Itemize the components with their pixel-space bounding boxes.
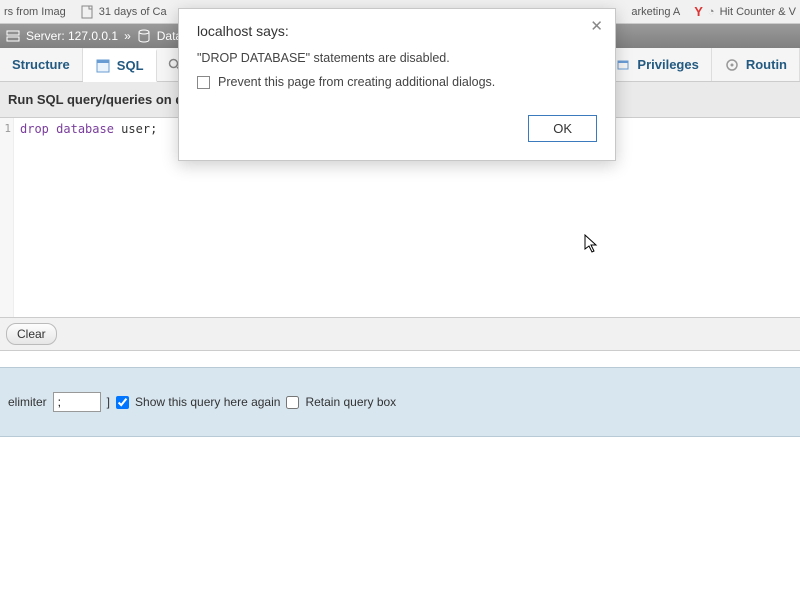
database-icon	[137, 29, 151, 43]
tab-label: Structure	[12, 57, 70, 72]
delimiter-bar: elimiter ] Show this query here again Re…	[0, 367, 800, 437]
prevent-dialogs-option[interactable]: Prevent this page from creating addition…	[197, 75, 597, 89]
ok-button[interactable]: OK	[528, 115, 597, 142]
checkbox-icon[interactable]	[197, 76, 210, 89]
tab-label: Privileges	[637, 57, 698, 72]
line-gutter: 1	[0, 118, 14, 317]
close-icon[interactable]: ✕	[590, 19, 603, 34]
delimiter-input[interactable]	[53, 392, 101, 412]
sql-terminator: ;	[150, 122, 157, 136]
tab-structure[interactable]: Structure	[0, 48, 83, 81]
routines-icon	[724, 57, 740, 73]
browser-tab[interactable]: arketing A	[631, 6, 680, 18]
alert-dialog: ✕ localhost says: "DROP DATABASE" statem…	[178, 8, 616, 161]
line-number: 1	[0, 122, 11, 135]
clock-icon: ◔	[708, 6, 715, 18]
tab-label: arketing A	[631, 6, 680, 18]
bracket: ]	[107, 395, 110, 409]
tab-label: SQL	[117, 58, 144, 73]
show-again-label: Show this query here again	[135, 395, 280, 409]
tab-sql[interactable]: SQL	[83, 49, 157, 82]
prevent-dialogs-label: Prevent this page from creating addition…	[218, 75, 495, 89]
tab-label: rs from Imag	[4, 6, 66, 18]
browser-tab[interactable]: rs from Imag	[4, 6, 66, 18]
sql-icon	[95, 58, 111, 74]
retain-label: Retain query box	[305, 395, 396, 409]
tab-routines[interactable]: Routin	[712, 48, 800, 81]
tab-label: 31 days of Ca	[99, 6, 167, 18]
privileges-icon	[615, 57, 631, 73]
server-icon	[6, 29, 20, 43]
browser-tab[interactable]: 31 days of Ca	[80, 5, 167, 19]
dialog-actions: OK	[197, 115, 597, 142]
page-title-text: Run SQL query/queries on da	[8, 92, 191, 107]
tab-label: Routin	[746, 57, 787, 72]
tab-privileges[interactable]: Privileges	[603, 48, 711, 81]
sql-keyword: database	[56, 122, 114, 136]
browser-tab[interactable]: Y ◔ Hit Counter & V	[694, 4, 796, 19]
tab-label: Hit Counter & V	[720, 6, 796, 18]
breadcrumb-separator: »	[124, 29, 131, 43]
delimiter-label: elimiter	[8, 395, 47, 409]
sql-keyword: drop	[20, 122, 49, 136]
show-again-checkbox[interactable]	[116, 396, 129, 409]
editor-toolbar: Clear	[0, 318, 800, 351]
sql-identifier: user	[121, 122, 150, 136]
dialog-title: localhost says:	[197, 23, 597, 39]
clear-button[interactable]: Clear	[6, 323, 57, 345]
server-label[interactable]: Server: 127.0.0.1	[26, 29, 118, 43]
retain-checkbox[interactable]	[286, 396, 299, 409]
dialog-message: "DROP DATABASE" statements are disabled.	[197, 51, 597, 65]
app-icon: Y	[694, 4, 703, 19]
page-icon	[80, 5, 94, 19]
